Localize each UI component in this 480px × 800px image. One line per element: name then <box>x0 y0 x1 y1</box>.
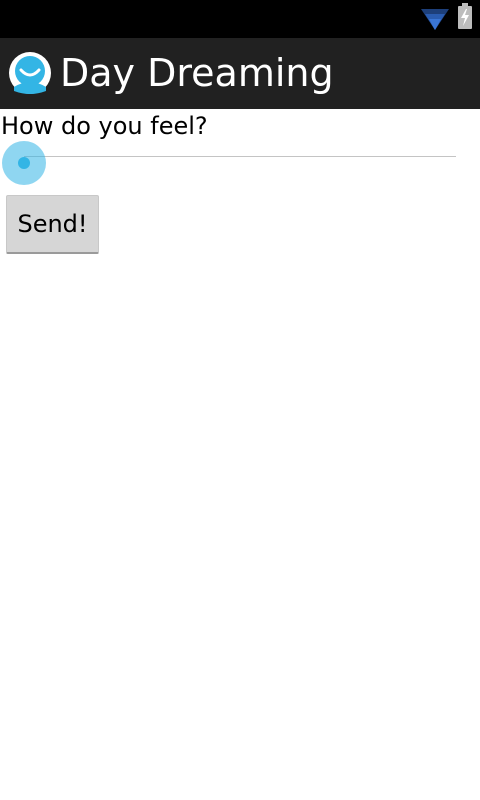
slider-thumb[interactable] <box>2 141 46 185</box>
daydream-face-icon[interactable] <box>8 51 52 95</box>
question-label: How do you feel? <box>1 112 208 140</box>
app-title: Day Dreaming <box>60 51 334 95</box>
main-content: How do you feel? Send! <box>0 109 480 800</box>
action-bar: Day Dreaming <box>0 38 480 110</box>
battery-charging-icon <box>458 3 472 29</box>
feel-slider[interactable] <box>0 141 458 189</box>
wifi-icon <box>421 9 449 30</box>
status-bar <box>0 0 480 38</box>
slider-thumb-core <box>18 157 30 169</box>
send-button[interactable]: Send! <box>6 195 99 254</box>
slider-track[interactable] <box>24 156 456 157</box>
